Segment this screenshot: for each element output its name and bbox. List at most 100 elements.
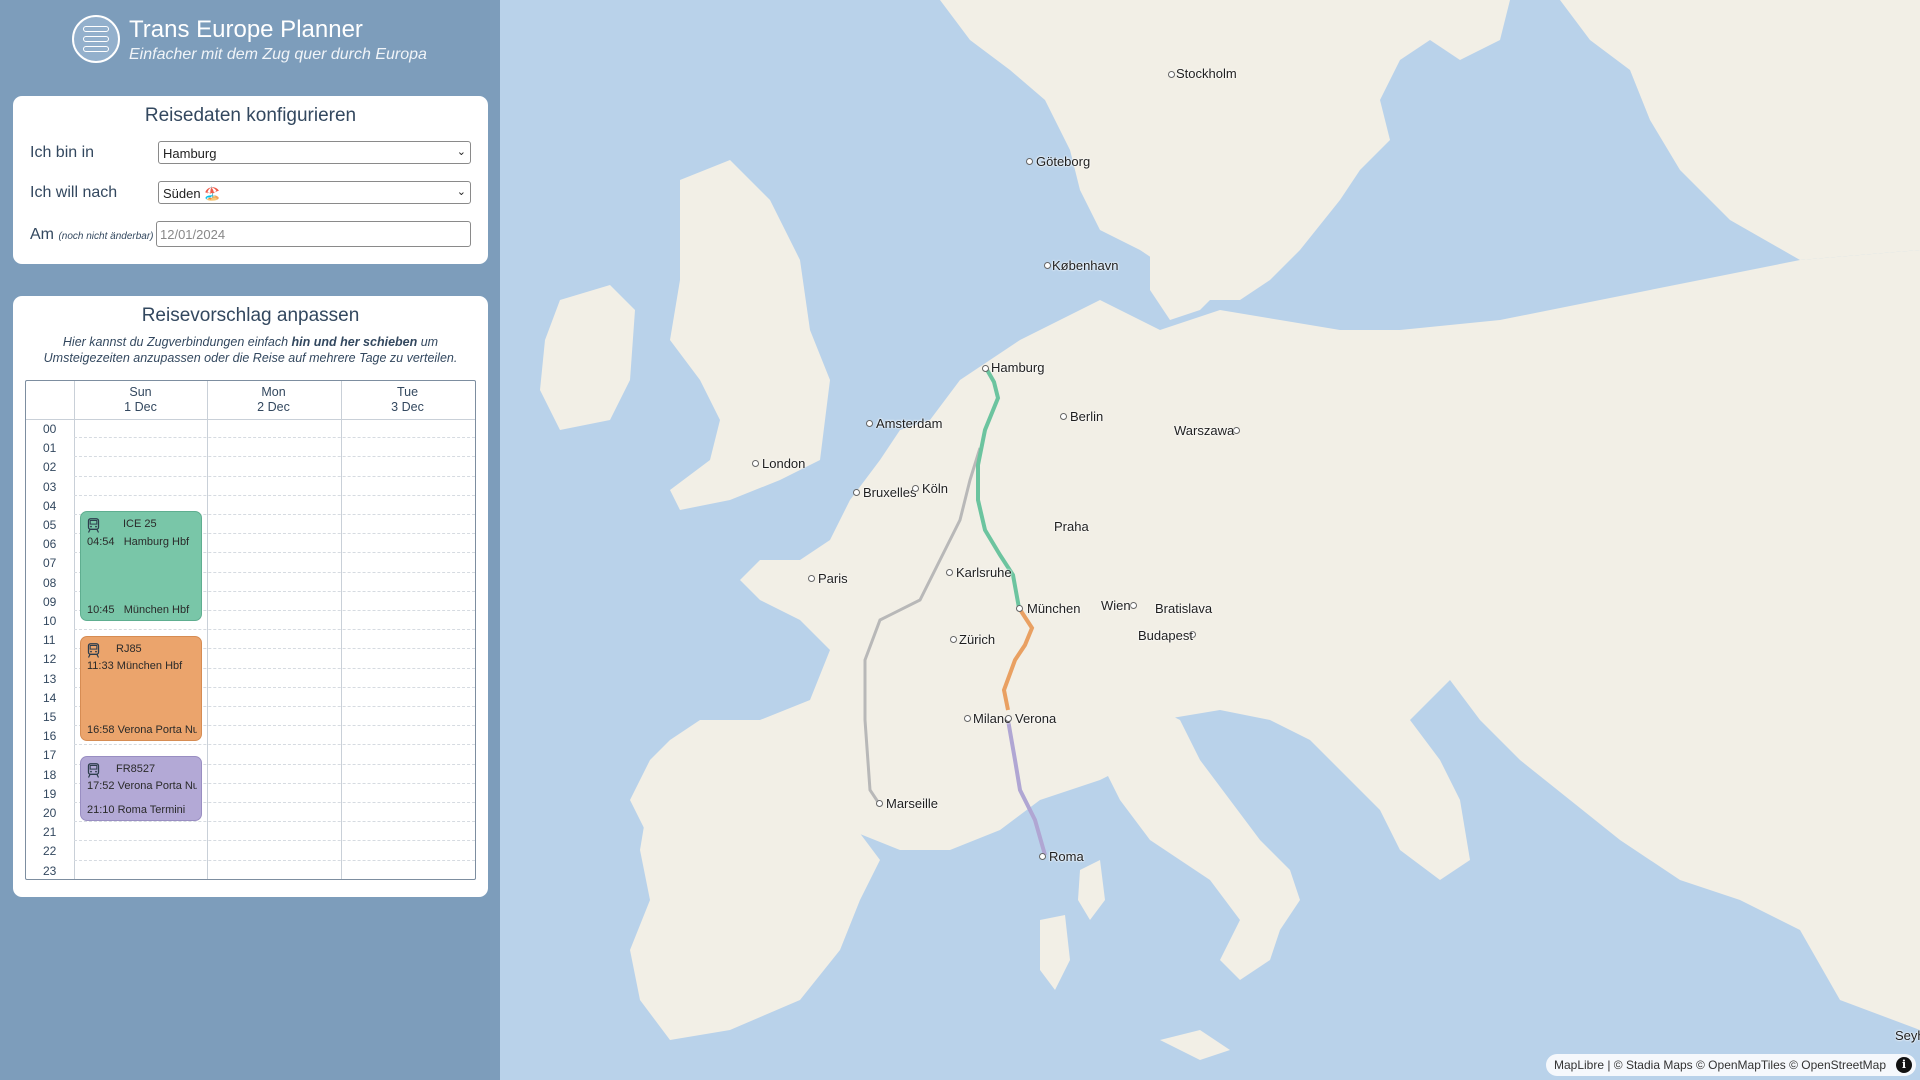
- connection-fr8527[interactable]: FR8527 17:52 Verona Porta Nuova 21:10 Ro…: [80, 756, 202, 821]
- arrival-station: München Hbf: [123, 604, 190, 616]
- hour-row: 02: [26, 457, 475, 477]
- city-dot: [982, 365, 989, 372]
- destination-select[interactable]: Süden 🏖️ ⌄: [158, 181, 471, 204]
- city-dot: [1168, 71, 1175, 78]
- origin-select-value: Hamburg: [163, 146, 217, 161]
- city-koln: Köln: [922, 481, 949, 496]
- schedule-title: Reisevorschlag anpassen: [141, 305, 360, 326]
- city-dot: [1060, 413, 1067, 420]
- departure-row: 11:33 München Hbf: [87, 660, 197, 672]
- city-verona: Verona: [1015, 711, 1057, 726]
- city-bruxelles: Bruxelles: [863, 485, 917, 500]
- hour-label: 22: [43, 844, 57, 859]
- train-name: RJ85: [116, 643, 142, 655]
- route-map[interactable]: Stockholm Göteborg København Hamburg Ber…: [500, 0, 1920, 1080]
- map-attribution[interactable]: MapLibre | © Stadia Maps © OpenMapTiles …: [1545, 1054, 1916, 1076]
- departure-station: München Hbf: [116, 660, 183, 672]
- city-seyh: Seyh: [1895, 1028, 1920, 1043]
- city-amsterdam: Amsterdam: [876, 416, 943, 431]
- city-dot: [876, 800, 883, 807]
- city-marseille: Marseille: [886, 796, 939, 811]
- city-zurich: Zürich: [959, 632, 996, 647]
- hour-label: 11: [43, 633, 56, 648]
- train-icon: [87, 763, 100, 778]
- train-icon: [87, 643, 100, 658]
- hour-label: 05: [43, 518, 57, 532]
- date-label: Am (noch nicht änderbar): [30, 226, 154, 244]
- hour-row: 00: [26, 419, 475, 439]
- date-label-text: Am: [30, 226, 54, 243]
- hour-label: 14: [43, 690, 57, 705]
- city-dot: [853, 489, 860, 496]
- hour-label: 12: [43, 652, 57, 667]
- city-dot: [964, 715, 971, 722]
- destination-row: Ich will nach Süden 🏖️ ⌄: [30, 179, 471, 207]
- city-goteborg: Göteborg: [1036, 154, 1091, 169]
- hour-row: 22: [26, 841, 475, 861]
- arrival-time: 16:58: [87, 724, 115, 736]
- app-subtitle: Einfacher mit dem Zug quer durch Europa: [129, 46, 427, 63]
- city-paris: Paris: [818, 571, 848, 586]
- hour-label: 15: [43, 710, 57, 724]
- day-date: 3 Dec: [391, 400, 424, 414]
- departure-time: 17:52: [87, 780, 115, 792]
- city-karlsruhe: Karlsruhe: [956, 565, 1012, 580]
- chevron-down-icon: ⌄: [456, 146, 466, 158]
- city-dot: [808, 575, 815, 582]
- city-bratislava: Bratislava: [1155, 601, 1213, 616]
- day-weekday: Mon: [261, 385, 286, 399]
- train-name: FR8527: [116, 763, 156, 775]
- hour-label: 10: [43, 614, 57, 628]
- city-praha: Praha: [1054, 519, 1089, 534]
- app-header: Trans Europe Planner Einfacher mit dem Z…: [72, 15, 492, 65]
- city-hamburg: Hamburg: [991, 360, 1045, 375]
- connection-rj85[interactable]: RJ85 11:33 München Hbf 16:58 Verona Port…: [80, 636, 202, 741]
- city-dot: [866, 420, 873, 427]
- travel-config-card: Reisedaten konfigurieren Ich bin in Hamb…: [13, 96, 488, 264]
- city-berlin: Berlin: [1070, 409, 1104, 424]
- city-roma: Roma: [1049, 849, 1084, 864]
- city-stockholm: Stockholm: [1176, 66, 1237, 81]
- day-header: Tue 3 Dec: [341, 385, 474, 415]
- hour-label: 18: [43, 767, 57, 782]
- hour-label: 21: [43, 825, 57, 840]
- map-canvas[interactable]: [500, 0, 1920, 1080]
- arrival-row: 16:58 Verona Porta Nuova: [87, 724, 197, 736]
- attribution-text: MapLibre | © Stadia Maps © OpenMapTiles …: [1553, 1058, 1886, 1072]
- chevron-down-icon: ⌄: [456, 186, 466, 198]
- origin-label: Ich bin in: [30, 144, 95, 161]
- origin-select[interactable]: Hamburg ⌄: [158, 141, 471, 164]
- day-weekday: Tue: [396, 385, 419, 399]
- arrival-time: 21:10: [87, 804, 115, 816]
- connection-ice25[interactable]: ICE 25 04:54 Hamburg Hbf 10:45 München H…: [80, 511, 202, 621]
- city-wien: Wien: [1101, 598, 1131, 613]
- hour-row: 03: [26, 477, 475, 496]
- instruction-text-1: Hier kannst du Zugverbindungen einfach: [62, 335, 292, 349]
- day-date: 2 Dec: [257, 400, 290, 414]
- schedule-card: Reisevorschlag anpassen Hier kannst du Z…: [13, 296, 488, 897]
- city-london: London: [762, 456, 806, 471]
- destination-select-value: Süden 🏖️: [163, 186, 221, 201]
- hour-label: 08: [43, 575, 57, 590]
- info-icon[interactable]: i: [1896, 1057, 1912, 1073]
- arrival-row: 10:45 München Hbf: [87, 604, 197, 616]
- hour-label: 23: [43, 863, 57, 878]
- day-weekday: Sun: [129, 385, 152, 399]
- city-dot: [946, 569, 953, 576]
- config-title: Reisedaten konfigurieren: [144, 105, 357, 126]
- departure-time: 11:33: [87, 660, 114, 672]
- hour-label: 00: [43, 422, 57, 436]
- hour-label: 02: [43, 460, 57, 475]
- origin-row: Ich bin in Hamburg ⌄: [30, 139, 471, 167]
- date-input[interactable]: 12/01/2024: [156, 221, 471, 247]
- destination-label: Ich will nach: [30, 184, 118, 201]
- hour-label: 09: [43, 594, 57, 609]
- date-row: Am (noch nicht änderbar) 12/01/2024: [30, 221, 471, 249]
- city-dot: [752, 460, 759, 467]
- schedule-instructions: Hier kannst du Zugverbindungen einfach h…: [33, 334, 468, 366]
- hour-label: 20: [43, 806, 57, 820]
- hour-row: 23: [26, 861, 475, 879]
- train-icon: [87, 518, 100, 533]
- city-munchen: München: [1027, 601, 1081, 616]
- hour-label: 19: [43, 786, 57, 801]
